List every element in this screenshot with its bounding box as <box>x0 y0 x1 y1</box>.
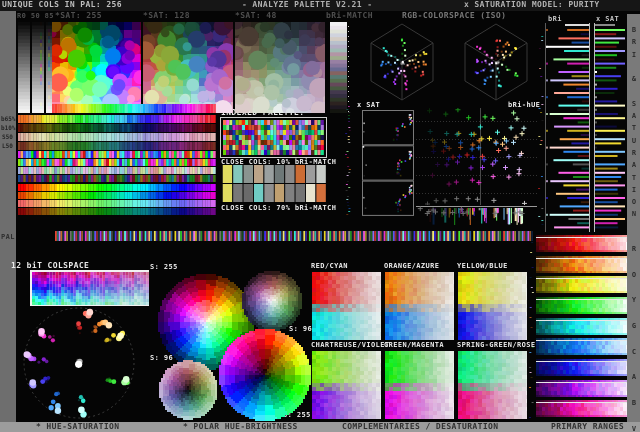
close-cols-row-1 <box>222 165 326 183</box>
comp-label-green-magenta: GREEN/MAGENTA <box>384 341 444 349</box>
pal-strip-label: PAL <box>1 233 15 241</box>
top-bar: UNIQUE COLS IN PAL: 256 - ANALYZE PALETT… <box>0 0 640 11</box>
sat-128-label: *SAT: 128 <box>143 11 190 20</box>
sat-field-255 <box>52 22 141 113</box>
strip-label-b10: b10% <box>1 125 16 132</box>
primary-range-strips <box>536 235 627 421</box>
sat-48-label: *SAT: 48 <box>235 11 277 20</box>
close-cols-row-2 <box>222 184 326 202</box>
strip-label-b65: b65% <box>1 116 16 123</box>
bri-match-label: bRi-MATCH <box>326 11 373 20</box>
left-tick-column <box>345 106 351 216</box>
bottom-bar: * HUE-SATURATION * POLAR HUE-BRIGHTNESS … <box>0 422 640 432</box>
bri-saturation-vertical-label: BRI & SATURATION <box>631 26 637 219</box>
mid-tick-column <box>529 242 534 420</box>
polar-disc-4 <box>217 327 311 421</box>
pal-strip <box>55 231 533 241</box>
comp-label-yellow-blue: YELLOW/BLUE <box>457 262 508 270</box>
comp-square-2 <box>458 272 527 340</box>
colspace12-tiles <box>30 270 149 306</box>
sat-field-48 <box>235 22 325 113</box>
rgb-cubes-plot <box>352 20 540 104</box>
comp-label-orange-azure: ORANGE/AZURE <box>384 262 440 270</box>
comp-square-3 <box>312 351 381 419</box>
close-cols-70-label: CLOSE COLS: 70% bRi-MATCH <box>221 204 337 212</box>
bri-hue-plot <box>416 108 537 205</box>
analyze-palette-screen: UNIQUE COLS IN PAL: 256 - ANALYZE PALETT… <box>0 0 640 432</box>
primary-ranges-caption: PRIMARY RANGES <box>551 422 625 431</box>
ramp-col-2 <box>32 22 44 113</box>
left-sidebar <box>0 11 16 422</box>
comp-label-red-cyan: RED/CYAN <box>311 262 348 270</box>
complementaries-caption: COMPLEMENTARIES / DESATURATION <box>342 422 499 431</box>
xsat-panels-plot <box>362 110 414 216</box>
polar-disc-3 <box>157 358 218 420</box>
rgb-colorspace-label: RGB-COLORSPACE (ISO) <box>402 11 507 20</box>
bri-sat-bar-chart <box>545 23 627 232</box>
unique-colors-count: UNIQUE COLS IN PAL: 256 <box>2 0 122 9</box>
colspace12-label: 12 biT COLSPACE <box>11 261 90 270</box>
comp-square-4 <box>385 351 454 419</box>
polar-disc-2 <box>240 269 302 331</box>
hue-saturation-caption: * HUE-SATURATION <box>36 422 120 431</box>
comp-square-0 <box>312 272 381 340</box>
bar-panel-xsat-label: x SAT <box>596 15 620 23</box>
ramp-columns-label: R0 50 85 <box>17 12 54 20</box>
sat-255-label: *SAT: 255 <box>55 11 102 20</box>
bri-match-column <box>330 22 349 113</box>
strip-label-l50: L50 <box>2 143 13 150</box>
left-strips <box>18 104 217 216</box>
sat-field-128 <box>143 22 233 113</box>
ramp-col-1 <box>18 22 30 113</box>
polar-hue-brightness-caption: * POLAR HUE-BRIGHTNESS <box>183 422 298 431</box>
indexed-palette-grid <box>220 117 327 158</box>
app-title: - ANALYZE PALETTE V2.21 - <box>242 0 373 9</box>
comp-label-chartreuse-violet: CHARTREUSE/VIOLET <box>311 341 390 349</box>
disc1-sat-label: S: 255 <box>150 263 178 271</box>
bri-hue-axis <box>416 205 537 231</box>
comp-label-springgreen-rose: SPRING-GREEN/ROSE <box>457 341 536 349</box>
saturation-model-label: x SATURATION MODEL: PURITY <box>464 0 600 9</box>
comp-square-5 <box>458 351 527 419</box>
primary-range-letters: ROYGCABVM <box>631 245 637 432</box>
right-tick-column <box>538 24 544 228</box>
hue-sat-wheel <box>16 304 142 422</box>
strip-label-s50: S50 <box>2 134 13 141</box>
bar-panel-bri-label: bRi <box>548 15 562 23</box>
comp-square-1 <box>385 272 454 340</box>
